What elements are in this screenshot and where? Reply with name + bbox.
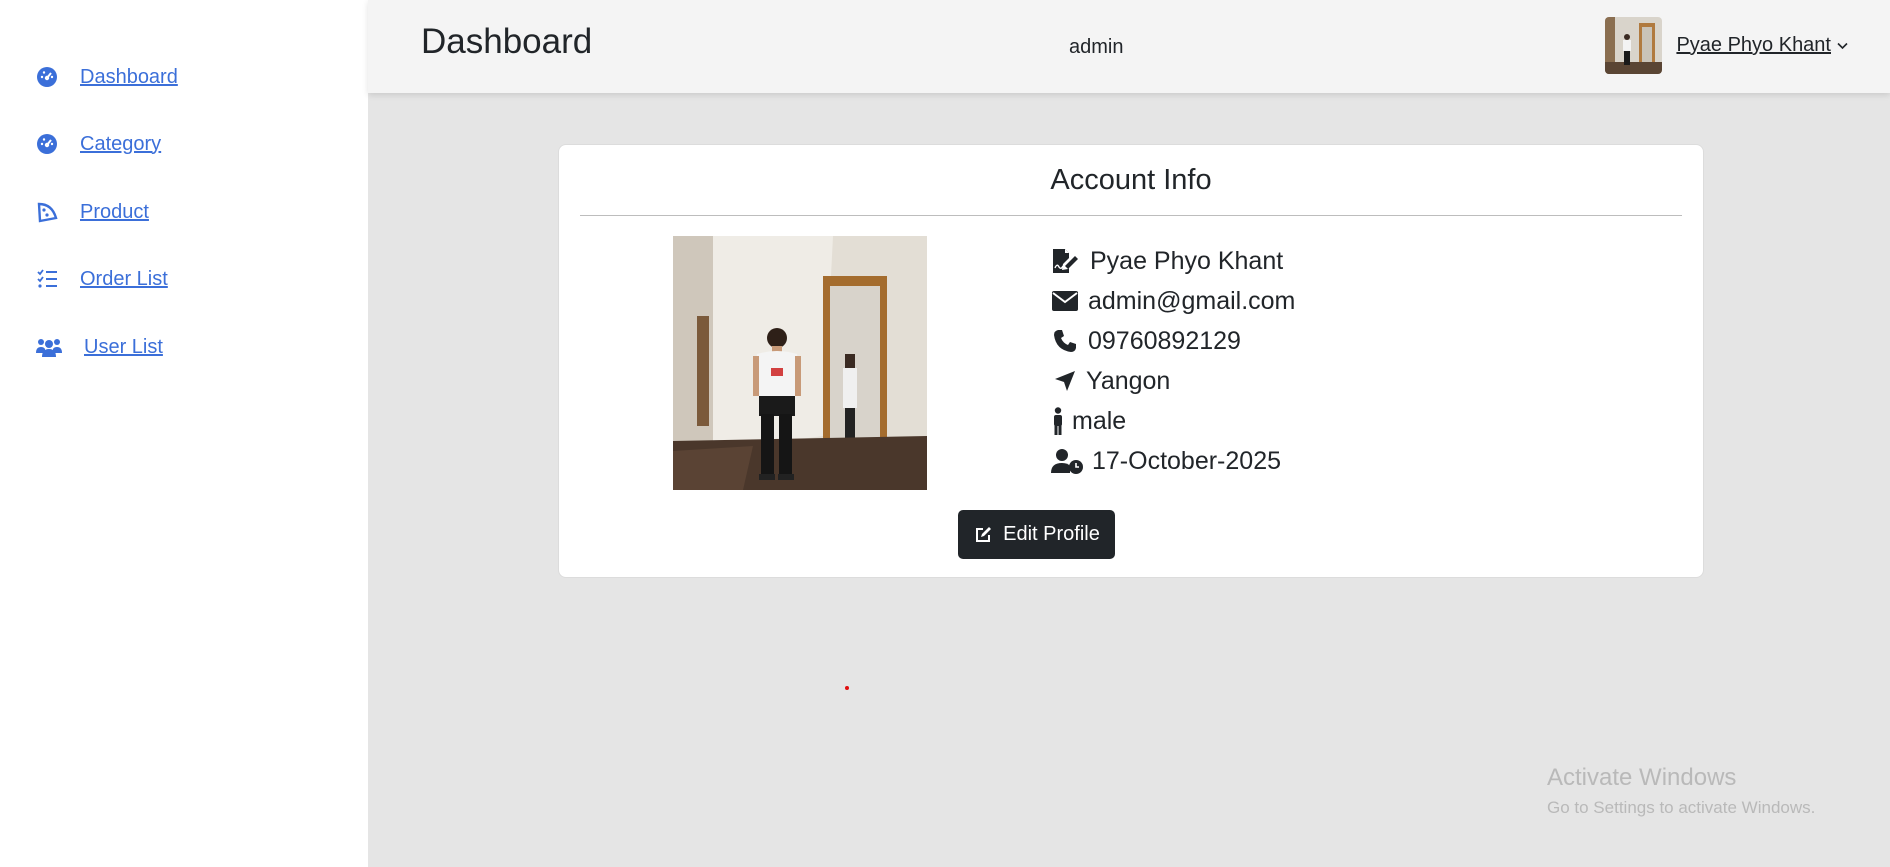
card-title: Account Info [1050,164,1212,196]
envelope-icon [1050,286,1080,316]
info-address-row: Yangon [1050,366,1170,396]
sidebar-item-label[interactable]: Product [80,201,149,224]
sidebar-item-user-list[interactable]: User List [34,334,163,360]
list-check-icon [34,266,60,292]
edit-profile-label: Edit Profile [1003,523,1100,545]
sidebar-item-order-list[interactable]: Order List [34,266,168,292]
account-email: admin@gmail.com [1088,286,1296,315]
sidebar-item-dashboard[interactable]: Dashboard [34,64,178,90]
profile-photo [673,236,927,490]
sidebar-item-product[interactable]: Product [34,199,149,225]
sidebar: Dashboard Category Product Order List Us… [0,0,368,867]
account-joined-date: 17-October-2025 [1092,446,1282,475]
account-address: Yangon [1086,366,1171,395]
phone-icon [1050,326,1080,356]
account-phone: 09760892129 [1088,326,1241,355]
sidebar-item-label[interactable]: Dashboard [80,66,178,89]
sidebar-item-label[interactable]: Category [80,133,161,156]
gauge-icon [34,131,60,157]
info-name-row: Pyae Phyo Khant [1050,246,1283,276]
windows-activation-watermark: Activate Windows Go to Settings to activ… [1547,764,1815,818]
user-clock-icon [1050,446,1084,476]
watermark-subtitle: Go to Settings to activate Windows. [1547,798,1816,817]
watermark-title: Activate Windows [1547,764,1737,791]
sidebar-item-label[interactable]: User List [84,336,163,359]
sidebar-item-label[interactable]: Order List [80,268,168,291]
pizza-slice-icon [34,199,60,225]
info-email-row: admin@gmail.com [1050,286,1295,316]
edit-icon [973,525,993,545]
page-title: Dashboard [421,22,593,61]
chevron-down-icon [1837,37,1848,55]
sidebar-item-category[interactable]: Category [34,131,161,157]
user-menu-dropdown[interactable]: Pyae Phyo Khant [1605,17,1848,74]
gauge-icon [34,64,60,90]
info-joined-row: 17-October-2025 [1050,446,1281,476]
account-name: Pyae Phyo Khant [1090,246,1284,275]
info-gender-row: male [1050,406,1126,436]
users-icon [34,334,64,360]
top-header: Dashboard admin Pyae Phyo Khant [368,0,1890,93]
avatar [1605,17,1663,74]
user-role: admin [1069,36,1124,58]
cursor-dot [845,686,849,690]
person-icon [1050,406,1066,436]
location-arrow-icon [1050,366,1080,396]
user-name: Pyae Phyo Khant [1676,34,1831,56]
account-gender: male [1072,406,1127,435]
file-signature-icon [1050,246,1080,276]
divider [580,215,1682,216]
info-phone-row: 09760892129 [1050,326,1241,356]
account-info-card: Account Info Pyae Phyo Khant admin@gmail… [558,144,1704,578]
edit-profile-button[interactable]: Edit Profile [958,510,1115,559]
